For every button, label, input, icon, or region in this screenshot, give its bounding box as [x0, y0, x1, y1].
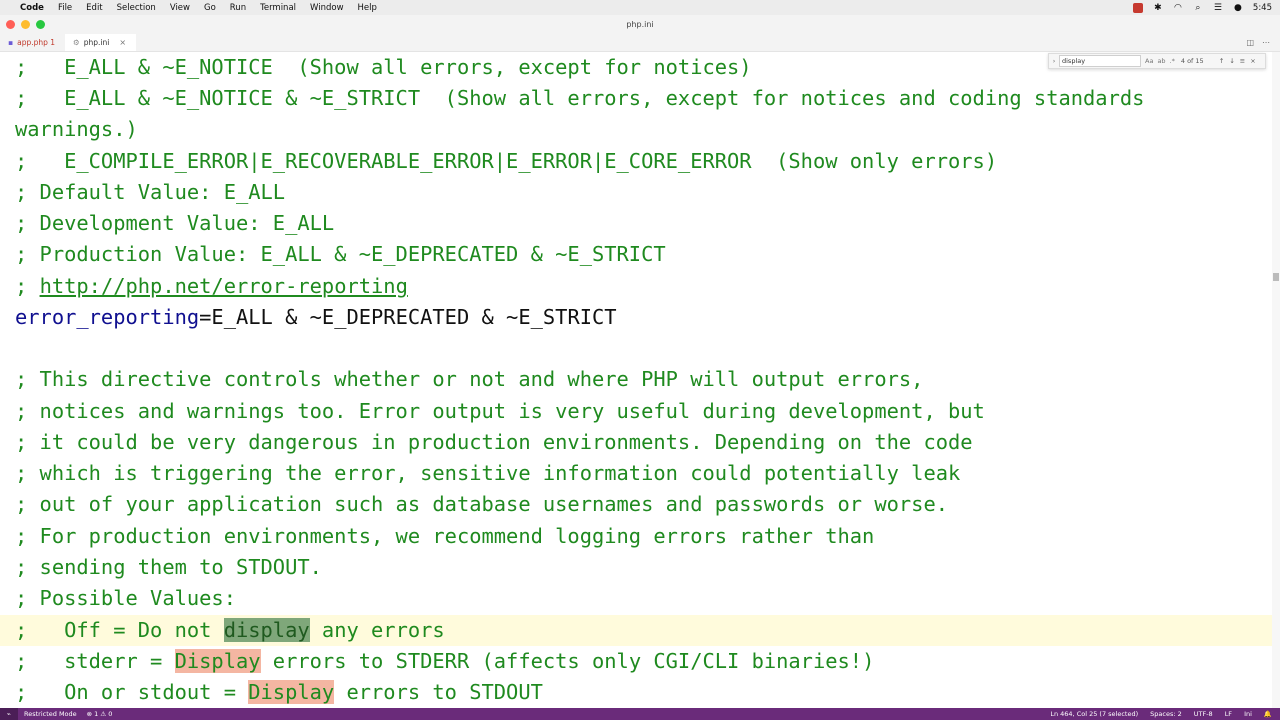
code-line: ; sending them to STDOUT. [15, 555, 322, 579]
code-line: ; E_ALL & ~E_NOTICE (Show all errors, ex… [15, 55, 752, 79]
find-in-selection-icon[interactable]: ≡ [1240, 57, 1245, 65]
code-line: ; notices and warnings too. Error output… [15, 399, 985, 423]
encoding[interactable]: UTF-8 [1194, 710, 1213, 718]
editor-tabs: ▪ app.php 1 ⚙ php.ini × ◫ ⋯ [0, 34, 1280, 52]
code-line: ; stderr = Display errors to STDERR (aff… [15, 646, 874, 677]
menubar-clock: 5:45 [1252, 2, 1272, 13]
menu-edit[interactable]: Edit [86, 3, 102, 13]
code-line: ; Development Value: E_ALL [15, 211, 335, 235]
toggle-replace-icon[interactable]: › [1049, 57, 1059, 65]
directive-key: error_reporting [15, 305, 200, 329]
mac-menubar: Code File Edit Selection View Go Run Ter… [0, 0, 1280, 15]
search-match: Display [248, 680, 335, 704]
code-line: ; Possible Values: [15, 586, 236, 610]
window-titlebar: php.ini [0, 15, 1280, 34]
menu-selection[interactable]: Selection [117, 3, 156, 13]
recording-icon[interactable] [1132, 2, 1143, 13]
menu-go[interactable]: Go [204, 3, 216, 13]
menu-window[interactable]: Window [310, 3, 344, 13]
code-line: ; For production environments, we recomm… [15, 524, 875, 548]
bluetooth-icon[interactable]: ✱ [1153, 3, 1163, 13]
text-segment: errors to STDOUT [334, 680, 543, 704]
remote-icon[interactable]: ⌁ [0, 708, 18, 720]
text-segment: ; On or stdout = [15, 680, 249, 704]
siri-icon[interactable]: ● [1233, 3, 1243, 13]
match-count: 4 of 15 [1180, 57, 1204, 65]
code-line: error_reporting=E_ALL & ~E_DEPRECATED & … [15, 302, 617, 333]
code-line: ; Off = Do not display any errors [15, 615, 445, 646]
window-title: php.ini [626, 20, 654, 29]
language-mode[interactable]: Ini [1244, 710, 1252, 718]
more-actions-icon[interactable]: ⋯ [1262, 38, 1270, 47]
minimize-window-icon[interactable] [21, 20, 30, 29]
code-line: ; which is triggering the error, sensiti… [15, 461, 961, 485]
find-options: Aa ab .* [1145, 57, 1175, 65]
split-editor-icon[interactable]: ◫ [1246, 38, 1254, 47]
control-center-icon[interactable]: ☰ [1213, 3, 1223, 13]
previous-match-icon[interactable]: ↑ [1219, 57, 1224, 65]
text-segment: errors to STDERR (affects only CGI/CLI b… [260, 649, 875, 673]
wifi-icon[interactable]: ◠ [1173, 3, 1183, 13]
tab-label: app.php 1 [17, 38, 56, 47]
whole-word-toggle[interactable]: ab [1157, 57, 1165, 65]
search-icon[interactable]: ⌕ [1193, 3, 1203, 13]
current-search-match: display [223, 618, 310, 642]
php-file-icon: ▪ [8, 38, 14, 47]
directive-value: =E_ALL & ~E_DEPRECATED & ~E_STRICT [199, 305, 617, 329]
close-find-icon[interactable]: × [1250, 57, 1255, 65]
problems-indicator[interactable]: ⊗ 1 ⚠ 0 [87, 710, 113, 718]
editor-actions: ◫ ⋯ [1246, 34, 1270, 51]
code-line: ; http://php.net/error-reporting [15, 271, 408, 302]
menu-file[interactable]: File [58, 3, 72, 13]
menu-app[interactable]: Code [20, 3, 44, 13]
menu-view[interactable]: View [170, 3, 190, 13]
settings-file-icon: ⚙ [73, 38, 80, 47]
scrollbar-marker [1273, 273, 1279, 281]
match-case-toggle[interactable]: Aa [1145, 57, 1153, 65]
window-controls [6, 20, 45, 29]
text-segment: any errors [309, 618, 445, 642]
close-window-icon[interactable] [6, 20, 15, 29]
text-segment: ; Off = Do not [15, 618, 224, 642]
menu-help[interactable]: Help [358, 3, 377, 13]
find-navigation: ↑ ↓ ≡ × [1219, 57, 1256, 65]
code-editor[interactable]: ; E_ALL & ~E_NOTICE (Show all errors, ex… [0, 52, 1280, 708]
search-match: Display [174, 649, 261, 673]
text-segment: ; stderr = [15, 649, 175, 673]
code-line: ; E_COMPILE_ERROR|E_RECOVERABLE_ERROR|E_… [15, 149, 998, 173]
editor-scrollbar[interactable] [1272, 52, 1280, 708]
menu-terminal[interactable]: Terminal [260, 3, 296, 13]
restricted-mode-indicator[interactable]: Restricted Mode [24, 710, 77, 718]
code-line: ; E_ALL & ~E_NOTICE & ~E_STRICT (Show al… [15, 86, 1145, 110]
code-line: warnings.) [15, 117, 138, 141]
tab-app-php[interactable]: ▪ app.php 1 [0, 34, 65, 51]
close-tab-icon[interactable]: × [119, 34, 126, 51]
menubar-status-area: ✱ ◠ ⌕ ☰ ● 5:45 [1132, 0, 1272, 15]
code-line: ; Production Value: E_ALL & ~E_DEPRECATE… [15, 242, 666, 266]
notifications-icon[interactable]: 🔔 [1264, 710, 1272, 718]
comment-prefix: ; [15, 274, 40, 298]
cursor-position[interactable]: Ln 464, Col 25 (7 selected) [1050, 710, 1138, 718]
code-line: ; Default Value: E_ALL [15, 180, 286, 204]
regex-toggle[interactable]: .* [1170, 57, 1175, 65]
next-match-icon[interactable]: ↓ [1229, 57, 1234, 65]
status-bar: ⌁ Restricted Mode ⊗ 1 ⚠ 0 Ln 464, Col 25… [0, 708, 1280, 720]
find-input[interactable]: display [1059, 55, 1141, 67]
code-line: ; On or stdout = Display errors to STDOU… [15, 677, 543, 708]
indentation[interactable]: Spaces: 2 [1150, 710, 1182, 718]
tab-label: php.ini [83, 38, 110, 47]
code-line: ; it could be very dangerous in producti… [15, 430, 973, 454]
code-line: ; This directive controls whether or not… [15, 367, 924, 391]
tab-php-ini[interactable]: ⚙ php.ini × [65, 34, 137, 51]
find-widget: › display Aa ab .* 4 of 15 ↑ ↓ ≡ × [1048, 53, 1266, 69]
maximize-window-icon[interactable] [36, 20, 45, 29]
end-of-line[interactable]: LF [1225, 710, 1232, 718]
doc-link[interactable]: http://php.net/error-reporting [40, 274, 408, 298]
code-line: ; out of your application such as databa… [15, 492, 948, 516]
menu-run[interactable]: Run [230, 3, 246, 13]
